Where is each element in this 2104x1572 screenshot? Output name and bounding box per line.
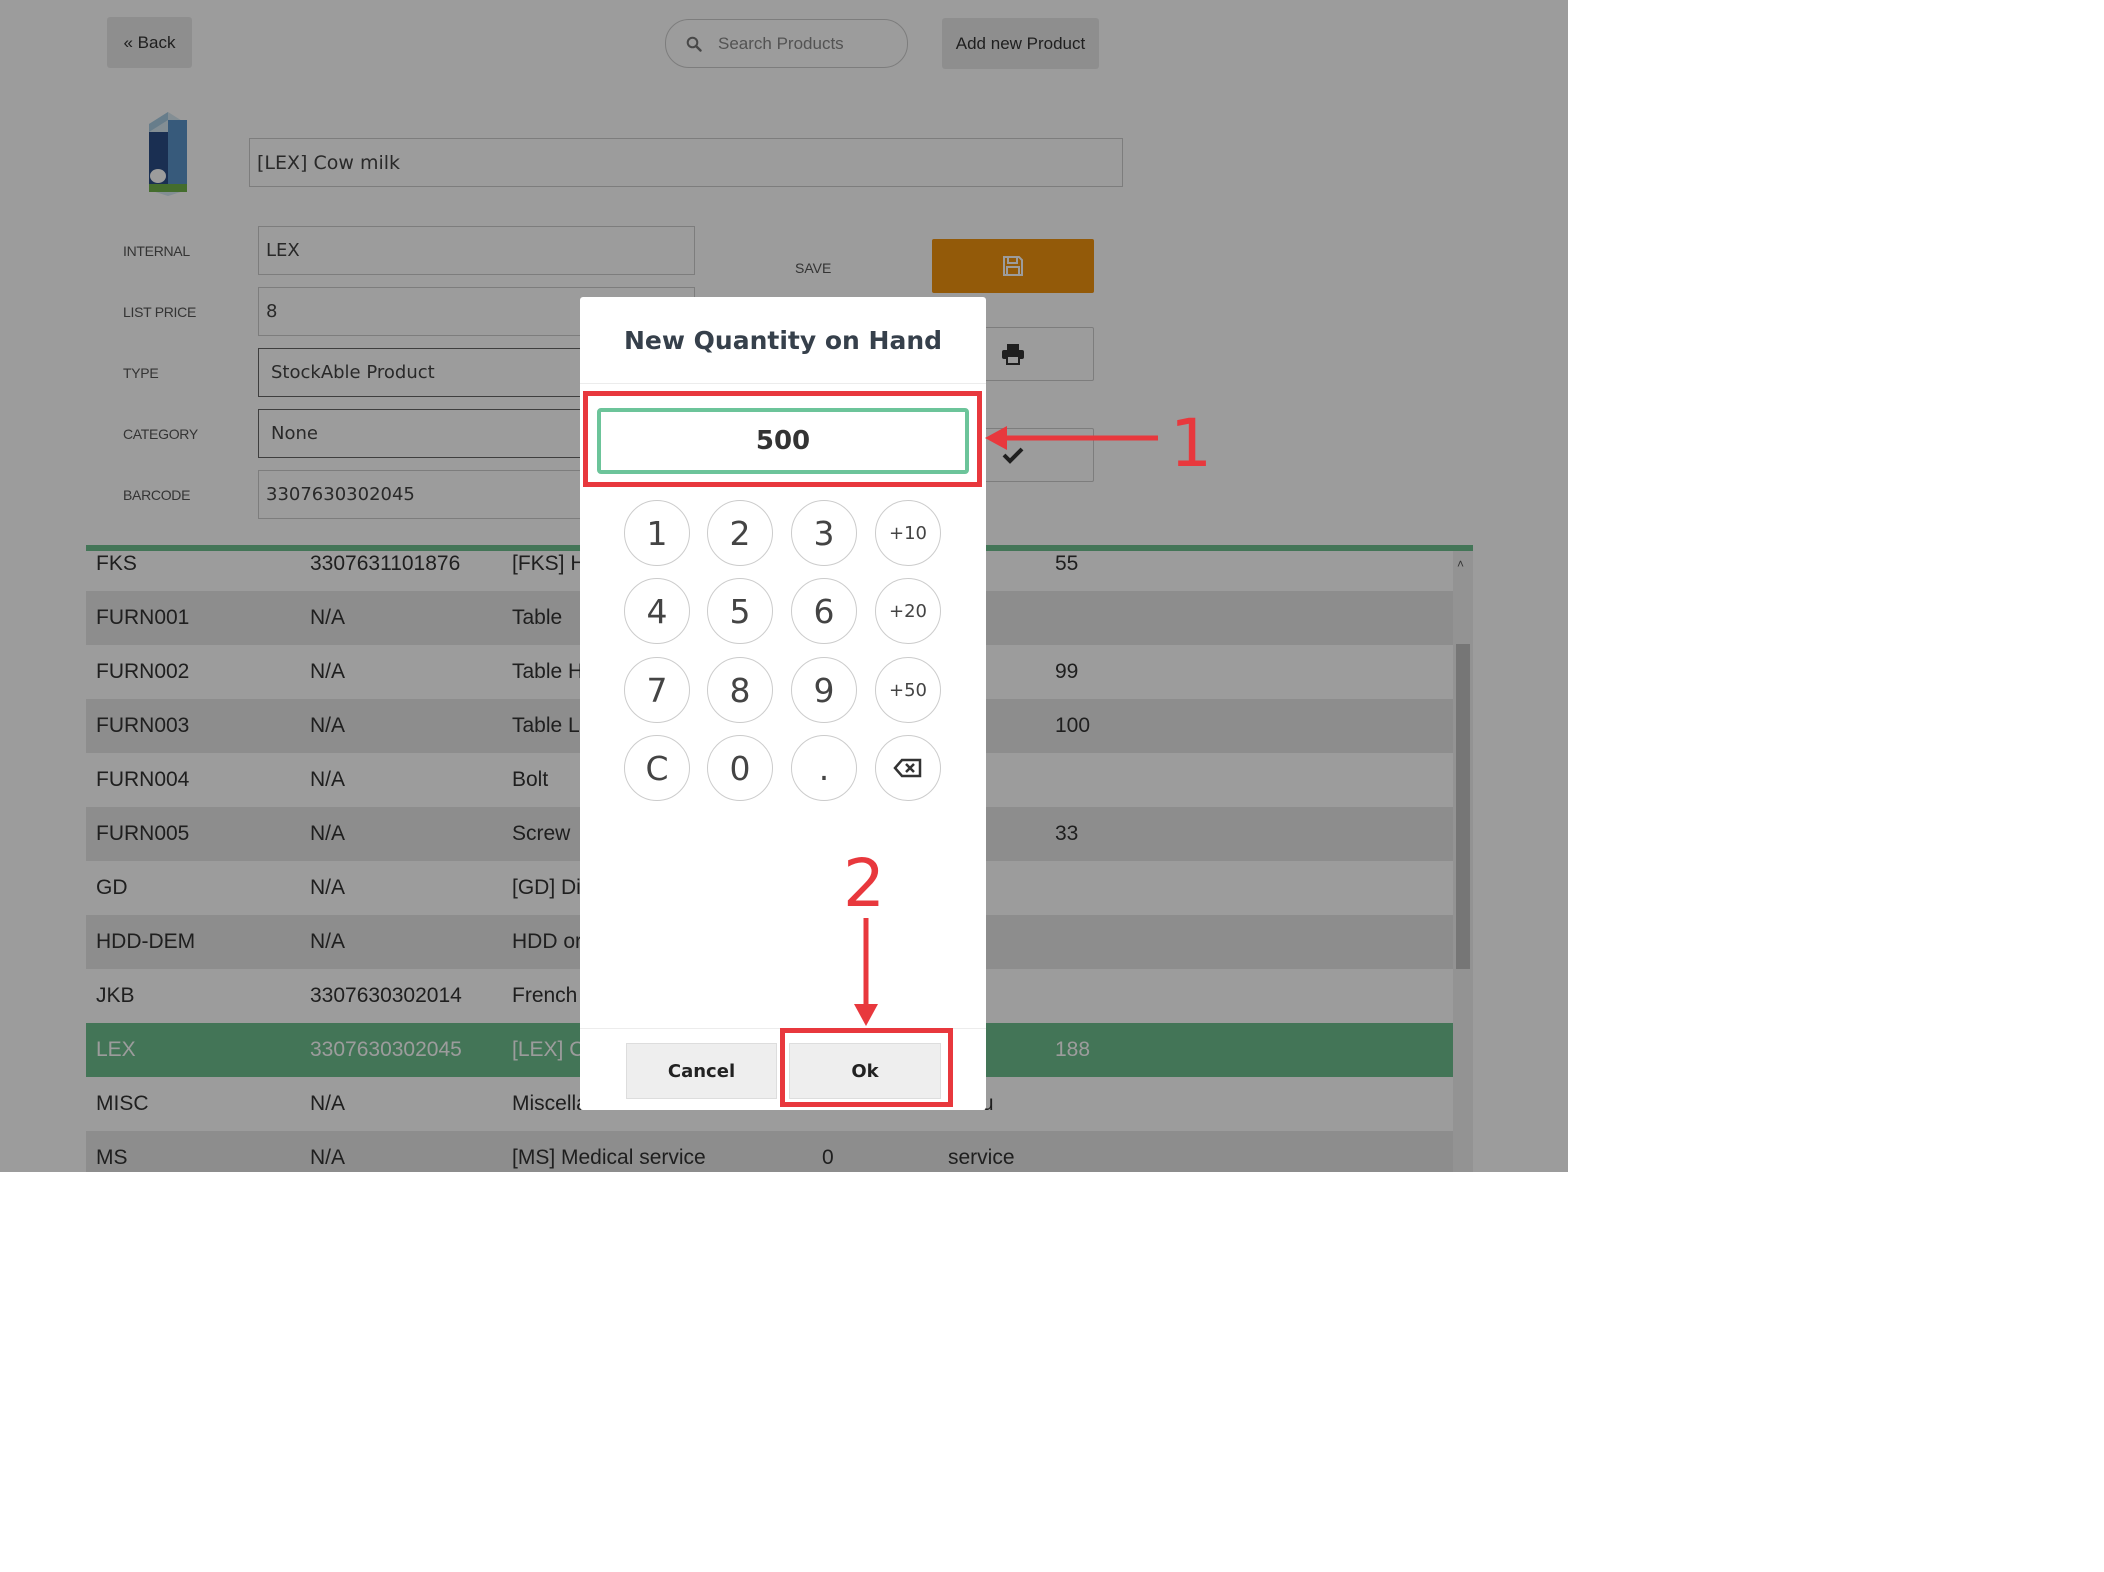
annotation-step-1: 1: [1170, 405, 1212, 482]
annotation-arrows: [854, 426, 1158, 1026]
annotation-step-2: 2: [843, 845, 885, 922]
